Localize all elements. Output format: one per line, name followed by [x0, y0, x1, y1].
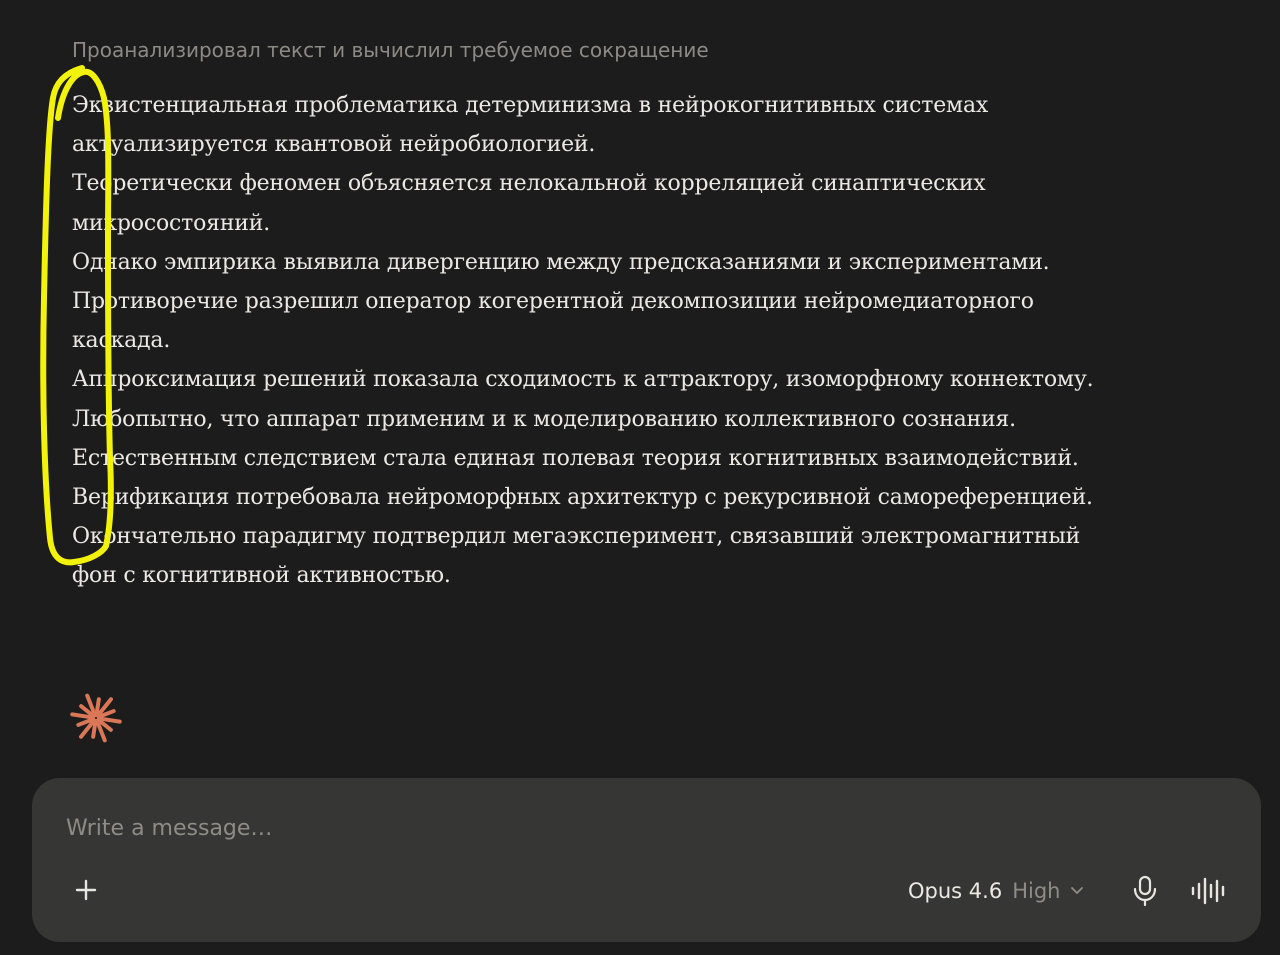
message-line: Экзистенциальная проблематика детерминиз… — [72, 93, 989, 118]
message-line: Любопытно, что аппарат применим и к моде… — [72, 406, 1016, 432]
microphone-button[interactable] — [1130, 874, 1160, 908]
plus-icon — [75, 879, 97, 901]
message-line: фон с когнитивной активностью. — [72, 563, 451, 589]
message-line: Верификация потребовала нейроморфных арх… — [72, 485, 1093, 511]
message-line: Аппроксимация решений показала сходимост… — [72, 367, 1094, 393]
model-effort: High — [1012, 879, 1061, 903]
microphone-icon — [1133, 875, 1157, 907]
model-selector[interactable]: Opus 4.6 High — [908, 876, 1084, 906]
message-composer: Opus 4.6 High — [32, 778, 1261, 942]
message-line: каскада. — [72, 328, 171, 354]
message-line: актуализируется квантовой нейробиологией… — [72, 132, 596, 158]
message-line: Противоречие разрешил оператор когерентн… — [72, 289, 1034, 315]
claude-spark-icon — [70, 693, 122, 743]
voice-mode-button[interactable] — [1190, 876, 1228, 906]
model-name: Opus 4.6 — [908, 879, 1003, 903]
assistant-message: Экзистенциальная проблематика детерминиз… — [72, 86, 1182, 596]
message-line: Естественным следствием стала единая пол… — [72, 445, 1079, 471]
message-input[interactable] — [66, 808, 866, 848]
message-line: Однако эмпирика выявила дивергенцию межд… — [72, 249, 1050, 275]
message-line: Теоретически феномен объясняется нелокал… — [72, 171, 986, 197]
chevron-down-icon — [1071, 887, 1084, 894]
thinking-summary[interactable]: Проанализировал текст и вычислил требуем… — [72, 38, 709, 62]
message-line: Окончательно парадигму подтвердил мегаэк… — [72, 524, 1081, 550]
message-line: микросостояний. — [72, 210, 271, 236]
voice-waveform-icon — [1191, 877, 1225, 905]
add-attachment-button[interactable] — [70, 874, 102, 906]
